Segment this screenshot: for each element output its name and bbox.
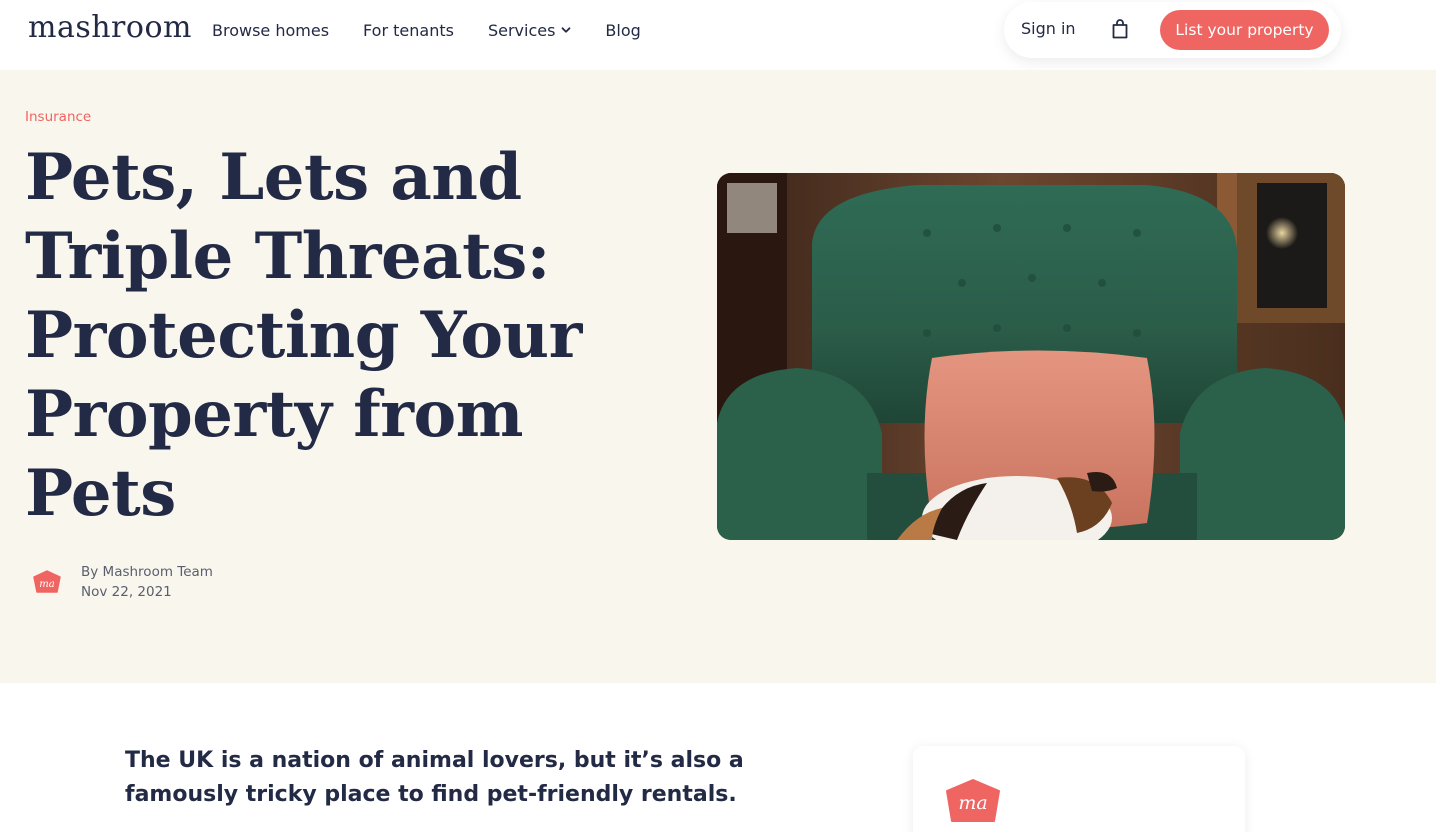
article-lead: The UK is a nation of animal lovers, but… (125, 748, 744, 807)
nav-blog[interactable]: Blog (605, 19, 640, 41)
publish-date: Nov 22, 2021 (81, 584, 172, 600)
nav-label: For tenants (363, 20, 454, 40)
author-name: By Mashroom Team (81, 564, 213, 580)
article-hero: Insurance Pets, Lets and Triple Threats:… (0, 70, 1436, 683)
nav-label: Services (487, 20, 556, 40)
brand-avatar: ma (946, 779, 1000, 822)
author-avatar-text: ma (39, 579, 54, 590)
logo[interactable]: mashroom (28, 10, 192, 45)
sidebar-card: ma (913, 746, 1245, 832)
sign-in-link[interactable]: Sign in (1021, 19, 1076, 38)
main-nav: Browse homes For tenants Services Blog (212, 19, 641, 41)
site-header: mashroom Browse homes For tenants Servic… (0, 0, 1436, 70)
brand-avatar-text: ma (958, 792, 987, 814)
category-link[interactable]: Insurance (25, 109, 91, 125)
list-property-button[interactable]: List your property (1160, 10, 1329, 50)
nav-for-tenants[interactable]: For tenants (363, 19, 454, 41)
account-actions: Sign in List your property (1004, 2, 1341, 58)
shopping-bag-icon[interactable] (1111, 19, 1129, 39)
nav-services[interactable]: Services (488, 19, 571, 41)
chevron-down-icon (562, 27, 571, 33)
nav-label: Blog (605, 20, 641, 40)
nav-browse-homes[interactable]: Browse homes (212, 19, 329, 41)
article-title: Pets, Lets and Triple Threats: Protectin… (25, 140, 582, 531)
hero-image (717, 173, 1345, 540)
cat-on-armchair-image (717, 173, 1345, 540)
author-avatar: ma (33, 570, 61, 593)
nav-label: Browse homes (212, 20, 330, 40)
